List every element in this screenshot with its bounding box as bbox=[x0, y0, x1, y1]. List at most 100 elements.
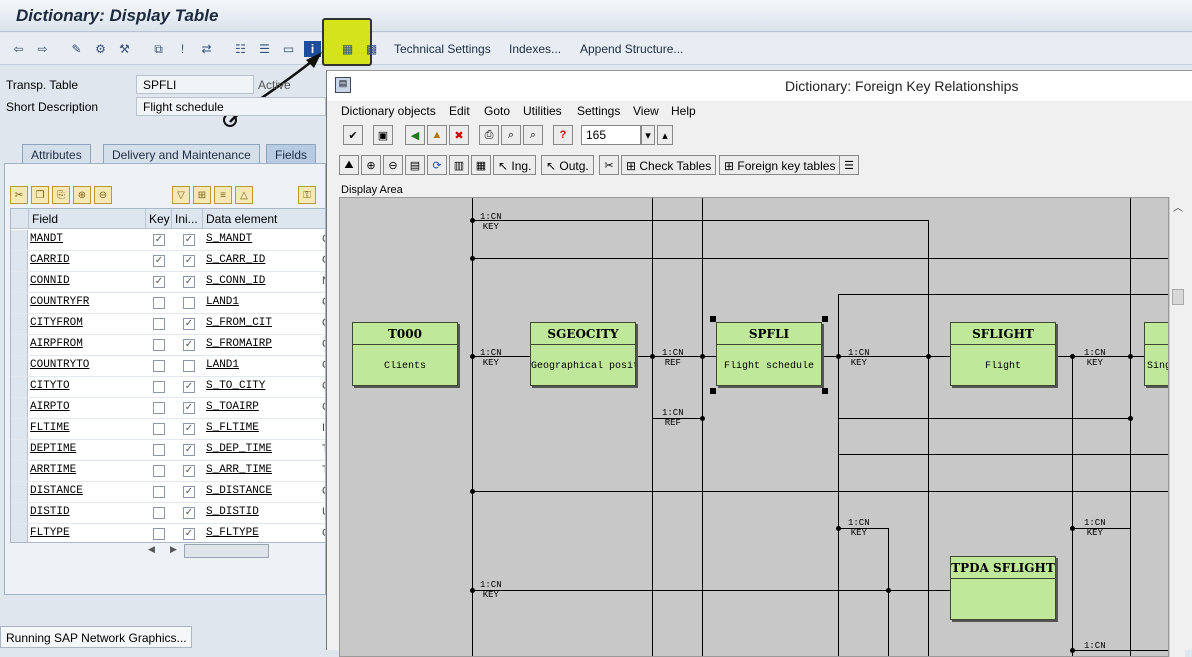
navigation-icon[interactable]: ⇄ bbox=[198, 41, 215, 57]
confirm-icon[interactable]: ✔ bbox=[343, 125, 363, 145]
short-description-field[interactable]: Flight schedule bbox=[136, 97, 326, 116]
details-list-icon[interactable]: ☰ bbox=[839, 155, 859, 175]
row-selector[interactable] bbox=[11, 356, 28, 376]
check-tables-button[interactable]: ⊞ Check Tables bbox=[621, 155, 717, 175]
row-selector[interactable] bbox=[11, 230, 28, 250]
indexes-button[interactable]: Indexes... bbox=[509, 42, 561, 56]
row-selector[interactable] bbox=[11, 482, 28, 502]
field-name[interactable]: AIRPFROM bbox=[30, 338, 83, 350]
hierarchy-icon[interactable]: ☷ bbox=[232, 41, 249, 57]
overview-icon[interactable]: ⛰ bbox=[339, 155, 359, 175]
menu-help[interactable]: Help bbox=[671, 104, 696, 118]
contents-icon[interactable]: ▩ bbox=[363, 41, 380, 57]
info-marker-icon[interactable]: ! bbox=[174, 41, 191, 57]
refresh-icon[interactable]: ⟳ bbox=[427, 155, 447, 175]
table-row[interactable]: FLTYPE✓S_FLTYPEC bbox=[11, 524, 325, 542]
cut-icon[interactable]: ✂ bbox=[10, 186, 28, 204]
back-arrow-icon[interactable]: ⇦ bbox=[10, 41, 27, 57]
zoom-out-icon[interactable]: ⊖ bbox=[383, 155, 403, 175]
field-name[interactable]: COUNTRYFR bbox=[30, 296, 89, 308]
help-icon[interactable]: ? bbox=[553, 125, 573, 145]
menu-utilities[interactable]: Utilities bbox=[523, 104, 562, 118]
data-element[interactable]: S_TOAIRP bbox=[206, 401, 259, 413]
copy-icon[interactable]: ❐ bbox=[31, 186, 49, 204]
sort-icon[interactable]: ≡ bbox=[214, 186, 232, 204]
new-rows-icon[interactable]: ⚿ bbox=[298, 186, 316, 204]
object-list-icon[interactable]: ☰ bbox=[256, 41, 273, 57]
graph-node-sflight[interactable]: SFLIGHT Flight bbox=[950, 322, 1056, 386]
vertical-scrollbar[interactable]: ︿ bbox=[1169, 197, 1185, 657]
row-selector[interactable] bbox=[11, 398, 28, 418]
menu-goto[interactable]: Goto bbox=[484, 104, 510, 118]
row-selector[interactable] bbox=[11, 251, 28, 271]
technical-settings-button[interactable]: Technical Settings bbox=[394, 42, 491, 56]
row-selector[interactable] bbox=[11, 524, 28, 542]
append-structure-button[interactable]: Append Structure... bbox=[580, 42, 683, 56]
list-icon[interactable]: ▦ bbox=[471, 155, 491, 175]
data-element[interactable]: S_FROMAIRP bbox=[206, 338, 272, 350]
details-icon[interactable]: ⊞ bbox=[193, 186, 211, 204]
data-element[interactable]: S_CARR_ID bbox=[206, 254, 265, 266]
save-icon[interactable]: ▣ bbox=[373, 125, 393, 145]
data-element[interactable]: S_FLTYPE bbox=[206, 527, 259, 539]
table-row[interactable]: COUNTRYFRLAND1C bbox=[11, 293, 325, 314]
zoom-in-icon[interactable]: ⊕ bbox=[361, 155, 381, 175]
table-name-field[interactable]: SPFLI bbox=[136, 75, 254, 94]
horizontal-scrollbar-thumb[interactable] bbox=[184, 544, 269, 558]
scroll-up-arrow[interactable]: ︿ bbox=[1173, 199, 1183, 214]
row-selector[interactable] bbox=[11, 314, 28, 334]
column-header-data-element[interactable]: Data element bbox=[203, 209, 325, 229]
table-row[interactable]: FLTIME ✓ S_FLTIME I bbox=[11, 419, 325, 440]
where-used-icon[interactable]: ⧉ bbox=[150, 41, 167, 57]
row-selector[interactable] bbox=[11, 503, 28, 523]
field-name[interactable]: CITYFROM bbox=[30, 317, 83, 329]
scroll-right-arrow[interactable]: ▶ bbox=[170, 544, 177, 555]
graphic-icon[interactable]: ▦ bbox=[339, 41, 356, 57]
table-row[interactable]: CONNID✓✓S_CONN_IDN bbox=[11, 272, 325, 293]
zoom-in-arrow-icon[interactable]: ▴ bbox=[657, 125, 673, 145]
foreign-key-tables-button[interactable]: ⊞ Foreign key tables bbox=[719, 155, 841, 175]
forward-arrow-icon[interactable]: ⇨ bbox=[34, 41, 51, 57]
data-element[interactable]: S_CONN_ID bbox=[206, 275, 265, 287]
data-element[interactable]: S_TO_CITY bbox=[206, 380, 265, 392]
field-name[interactable]: MANDT bbox=[30, 233, 63, 245]
row-selector[interactable] bbox=[11, 419, 28, 439]
cut-graphic-icon[interactable]: ✂ bbox=[599, 155, 619, 175]
graph-node-t000[interactable]: T000 Clients bbox=[352, 322, 458, 386]
field-name[interactable]: CONNID bbox=[30, 275, 70, 287]
cancel-icon[interactable]: ✖ bbox=[449, 125, 469, 145]
zoom-field[interactable]: 165 bbox=[581, 125, 641, 145]
menu-edit[interactable]: Edit bbox=[449, 104, 470, 118]
back-icon[interactable]: ◀ bbox=[405, 125, 425, 145]
data-element[interactable]: LAND1 bbox=[206, 296, 239, 308]
row-selector[interactable] bbox=[11, 377, 28, 397]
table-row[interactable]: MANDT✓✓S_MANDTC bbox=[11, 230, 325, 251]
filter-icon[interactable]: ▽ bbox=[172, 186, 190, 204]
tab-fields[interactable]: Fields bbox=[266, 144, 317, 164]
menu-dictionary-objects[interactable]: Dictionary objects bbox=[341, 104, 436, 118]
graph-node-sgeocity[interactable]: SGEOCITY Geographical positi bbox=[530, 322, 636, 386]
field-name[interactable]: COUNTRYTO bbox=[30, 359, 89, 371]
data-element[interactable]: S_DISTID bbox=[206, 506, 259, 518]
menu-view[interactable]: View bbox=[633, 104, 659, 118]
delete-row-icon[interactable]: ⊖ bbox=[94, 186, 112, 204]
find-next-icon[interactable]: ⌕ bbox=[523, 125, 543, 145]
table-row[interactable]: ARRTIME✓S_ARR_TIMET bbox=[11, 461, 325, 482]
data-element[interactable]: S_FROM_CIT bbox=[206, 317, 272, 329]
row-selector[interactable] bbox=[11, 293, 28, 313]
field-name[interactable]: DISTANCE bbox=[30, 485, 83, 497]
check-object-icon[interactable]: ⚙ bbox=[92, 41, 109, 57]
field-name[interactable]: DEPTIME bbox=[30, 443, 76, 455]
table-row[interactable]: DISTANCE✓S_DISTANCEQ bbox=[11, 482, 325, 503]
column-header-initial[interactable]: Ini... bbox=[172, 209, 203, 229]
table-row[interactable]: AIRPFROM✓S_FROMAIRPC bbox=[11, 335, 325, 356]
legend-icon[interactable]: ▥ bbox=[449, 155, 469, 175]
tab-attributes[interactable]: Attributes bbox=[22, 144, 91, 164]
field-name[interactable]: CARRID bbox=[30, 254, 70, 266]
exit-icon[interactable]: ▲ bbox=[427, 125, 447, 145]
table-row[interactable]: CITYTO✓S_TO_CITYC bbox=[11, 377, 325, 398]
data-element[interactable]: S_FLTIME bbox=[206, 422, 259, 434]
table-row[interactable]: CITYFROM✓S_FROM_CITC bbox=[11, 314, 325, 335]
field-name[interactable]: DISTID bbox=[30, 506, 70, 518]
info-icon[interactable]: i bbox=[304, 41, 321, 57]
